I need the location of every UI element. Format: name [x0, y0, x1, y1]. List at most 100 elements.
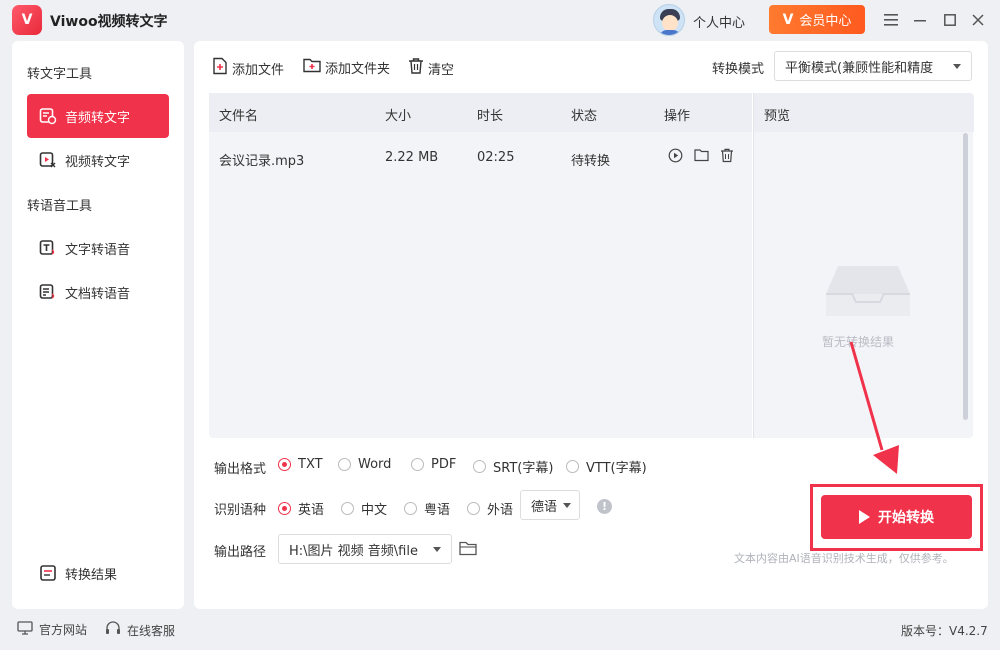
close-icon[interactable]	[967, 9, 989, 31]
foreign-language-select[interactable]: 德语	[520, 490, 580, 520]
sidebar-item-video-to-text[interactable]: 视频转文字	[27, 138, 169, 182]
vip-icon: V	[782, 11, 794, 28]
official-website-label: 官方网站	[39, 623, 88, 637]
headset-icon	[105, 621, 121, 639]
format-option-label: TXT	[298, 457, 323, 472]
sidebar-item-label: 音频转文字	[65, 110, 131, 126]
format-radio-word[interactable]: Word	[338, 457, 391, 472]
add-file-icon	[212, 57, 228, 79]
column-header-filename: 文件名	[219, 109, 259, 124]
format-radio-vtt[interactable]: VTT(字幕)	[566, 457, 647, 476]
add-folder-button[interactable]: 添加文件夹	[303, 57, 390, 77]
add-file-button[interactable]: 添加文件	[212, 57, 284, 79]
text-speech-icon	[39, 239, 57, 257]
open-folder-icon[interactable]	[693, 147, 709, 163]
result-list-icon	[39, 564, 57, 582]
add-folder-label: 添加文件夹	[325, 61, 391, 77]
row-filename: 会议记录.mp3	[219, 154, 305, 169]
version-number: 版本号：V4.2.7	[901, 624, 988, 638]
empty-result-text: 暂无转换结果	[822, 335, 895, 349]
preview-panel: 预览 暂无转换结果	[753, 93, 974, 438]
chevron-down-icon	[433, 547, 441, 552]
preview-title: 预览	[764, 109, 791, 124]
output-path-select[interactable]: H:\图片 视频 音频\file	[278, 534, 452, 564]
lang-radio-chinese[interactable]: 中文	[341, 499, 387, 518]
info-icon[interactable]: !	[597, 499, 612, 514]
app-logo-icon: V	[12, 5, 42, 35]
conversion-mode-select[interactable]: 平衡模式(兼顾性能和精度	[774, 51, 972, 81]
sidebar-item-label: 文档转语音	[65, 286, 131, 302]
row-status: 待转换	[571, 154, 611, 169]
recognition-language-label: 识别语种	[214, 503, 267, 518]
chevron-down-icon	[563, 503, 571, 508]
clear-button[interactable]: 清空	[408, 57, 454, 79]
lang-radio-english[interactable]: 英语	[278, 499, 324, 518]
lang-radio-cantonese[interactable]: 粤语	[404, 499, 450, 518]
format-radio-pdf[interactable]: PDF	[411, 457, 456, 472]
play-icon[interactable]	[667, 147, 683, 163]
start-conversion-label: 开始转换	[878, 510, 934, 526]
output-path-label: 输出路径	[214, 545, 267, 560]
column-header-size: 大小	[385, 109, 412, 124]
foreign-language-value: 德语	[531, 499, 558, 515]
empty-inbox-icon	[824, 258, 912, 324]
audio-file-icon	[39, 107, 57, 125]
conversion-mode-value: 平衡模式(兼顾性能和精度	[785, 60, 934, 76]
sidebar-item-conversion-result[interactable]: 转换结果	[27, 551, 169, 595]
add-file-label: 添加文件	[232, 62, 285, 78]
output-format-label: 输出格式	[214, 462, 267, 477]
sidebar-section-to-text: 转文字工具	[27, 67, 93, 82]
app-title: Viwoo视频转文字	[50, 14, 168, 30]
output-path-value: H:\图片 视频 音频\file	[289, 543, 418, 559]
radio-icon	[341, 502, 354, 515]
personal-center-link[interactable]: 个人中心	[693, 12, 745, 31]
lang-option-label: 外语	[487, 503, 514, 518]
sidebar-item-audio-to-text[interactable]: 音频转文字	[27, 94, 169, 138]
clear-label: 清空	[428, 62, 455, 78]
online-service-link[interactable]: 在线客服	[105, 621, 175, 639]
sidebar-item-text-to-speech[interactable]: 文字转语音	[27, 226, 169, 270]
row-duration: 02:25	[477, 150, 515, 165]
row-actions	[667, 147, 735, 163]
radio-icon	[338, 458, 351, 471]
lang-option-label: 粤语	[424, 503, 451, 518]
monitor-icon	[17, 621, 33, 638]
preview-scrollbar[interactable]	[963, 133, 968, 420]
format-radio-srt[interactable]: SRT(字幕)	[473, 457, 553, 476]
format-radio-txt[interactable]: TXT	[278, 457, 323, 472]
radio-icon	[467, 502, 480, 515]
online-service-label: 在线客服	[127, 623, 176, 638]
maximize-icon[interactable]	[939, 9, 961, 31]
start-conversion-button[interactable]: 开始转换	[821, 495, 972, 539]
official-website-link[interactable]: 官方网站	[17, 621, 87, 638]
user-avatar[interactable]	[653, 4, 685, 36]
minimize-icon[interactable]	[909, 9, 931, 31]
radio-selected-icon	[278, 458, 291, 471]
format-option-label: Word	[358, 457, 392, 472]
lang-option-label: 中文	[361, 503, 388, 518]
radio-icon	[473, 460, 486, 473]
add-folder-icon	[303, 57, 321, 77]
column-header-status: 状态	[571, 109, 598, 124]
vip-center-button[interactable]: V 会员中心	[769, 5, 865, 34]
sidebar: 转文字工具 音频转文字 视频转文字 转语音工具 文字转语音 文档转语音 转换结果	[12, 41, 184, 609]
vip-center-label: 会员中心	[799, 14, 852, 29]
format-option-label: SRT(字幕)	[493, 461, 554, 476]
sidebar-item-label: 视频转文字	[65, 154, 131, 170]
chevron-down-icon	[953, 64, 961, 69]
browse-folder-icon[interactable]	[459, 540, 477, 560]
video-file-icon	[39, 151, 57, 169]
menu-icon[interactable]	[880, 9, 902, 31]
column-header-duration: 时长	[477, 109, 504, 124]
format-option-label: VTT(字幕)	[586, 461, 647, 476]
trash-icon	[408, 57, 424, 79]
radio-selected-icon	[278, 502, 291, 515]
play-icon	[859, 510, 870, 524]
lang-radio-foreign[interactable]: 外语	[467, 499, 513, 518]
radio-icon	[404, 502, 417, 515]
ai-disclaimer-text: 文本内容由AI语音识别技术生成，仅供参考。	[734, 552, 954, 565]
delete-icon[interactable]	[719, 147, 735, 163]
sidebar-item-doc-to-speech[interactable]: 文档转语音	[27, 270, 169, 314]
lang-option-label: 英语	[298, 503, 325, 518]
title-bar: V Viwoo视频转文字 个人中心 V 会员中心	[0, 0, 1000, 40]
